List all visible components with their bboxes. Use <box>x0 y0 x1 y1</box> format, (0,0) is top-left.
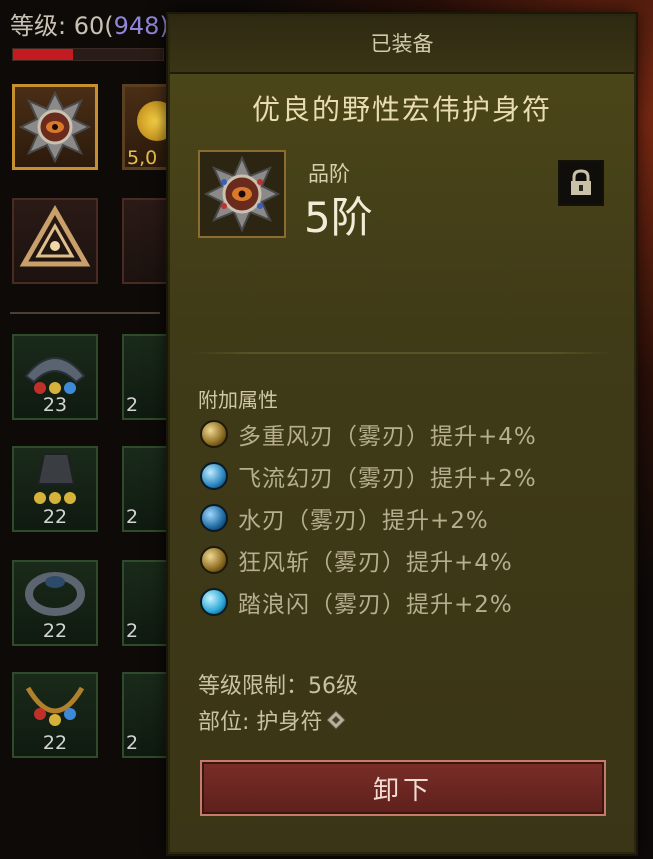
item-level: 2 <box>126 394 139 416</box>
rune-slot[interactable] <box>12 198 98 284</box>
attribute-text: 飞流幻刃（雾刃）提升+2% <box>238 466 537 492</box>
gear-slot-3[interactable]: 22 <box>12 560 98 646</box>
attribute-row: 水刃（雾刃）提升+2% <box>200 502 489 534</box>
item-name: 优良的野性宏伟护身符 <box>251 93 552 126</box>
attribute-row: 踏浪闪（雾刃）提升+2% <box>200 586 513 618</box>
item-level: 22 <box>42 506 68 528</box>
inventory-divider <box>10 312 160 314</box>
amulet-slot-icon <box>326 710 347 730</box>
gear-slot-2[interactable]: 22 <box>12 446 98 532</box>
gear-slot-4[interactable]: 22 <box>12 672 98 758</box>
tooltip-header: 已装备 <box>170 16 634 74</box>
slot-type-text: 部位: 护身符 <box>198 710 323 735</box>
item-slot-type: 部位: 护身符 <box>198 704 347 736</box>
level-requirement: 等级限制：56级 <box>198 674 358 699</box>
item-level: 23 <box>42 394 68 416</box>
attribute-row: 飞流幻刃（雾刃）提升+2% <box>200 460 537 492</box>
gloves-icon <box>34 453 76 504</box>
attribute-row: 多重风刃（雾刃）提升+4% <box>200 418 537 450</box>
level-label: 等级: 60( <box>10 12 114 40</box>
attribute-text: 踏浪闪（雾刃）提升+2% <box>238 592 513 618</box>
gold-gale-orb-icon <box>200 546 228 574</box>
attribute-text: 水刃（雾刃）提升+2% <box>238 508 489 534</box>
attributes-title: 附加属性 <box>198 388 278 412</box>
paragon-suffix: 8) <box>144 12 169 40</box>
item-level: 2 <box>126 620 139 642</box>
paragon-level: 94 <box>113 12 145 40</box>
helm-icon <box>24 357 86 394</box>
lock-icon <box>571 169 591 195</box>
gold-amount: 5,0 <box>127 147 158 169</box>
unequip-button[interactable]: 卸下 <box>200 760 606 816</box>
blue-water-orb-icon <box>200 504 228 532</box>
grade-value: 5阶 <box>304 193 373 242</box>
equipped-label: 已装备 <box>370 32 434 56</box>
ring-icon <box>25 572 85 616</box>
gear-slot-1[interactable]: 23 <box>12 334 98 420</box>
blue-wave-orb-icon <box>200 588 228 616</box>
section-divider <box>190 352 614 354</box>
attribute-text: 多重风刃（雾刃）提升+4% <box>238 424 537 450</box>
attribute-text: 狂风斩（雾刃）提升+4% <box>238 550 513 576</box>
amulet-eye-icon <box>203 155 281 233</box>
item-level: 2 <box>126 732 139 754</box>
amulet-slot[interactable] <box>12 84 98 170</box>
attribute-row: 狂风斩（雾刃）提升+4% <box>200 544 513 576</box>
unequip-label: 卸下 <box>372 775 433 806</box>
gold-wind-orb-icon <box>200 420 228 448</box>
character-level: 等级: 60(948) <box>10 6 169 41</box>
necklace-icon <box>25 686 85 726</box>
health-bar-fill <box>13 49 73 60</box>
blue-blade-orb-icon <box>200 462 228 490</box>
item-level: 22 <box>42 620 68 642</box>
item-level: 22 <box>42 732 68 754</box>
rune-triangle-icon <box>19 204 91 267</box>
amulet-eye-icon <box>18 90 92 164</box>
item-level: 2 <box>126 506 139 528</box>
item-tooltip: 已装备 优良的野性宏伟护身符 品阶 5阶 附加属性 多重风刃（雾刃）提升+4% … <box>168 14 636 854</box>
lock-button[interactable] <box>558 160 604 206</box>
health-bar <box>12 48 164 61</box>
item-portrait <box>198 150 286 238</box>
